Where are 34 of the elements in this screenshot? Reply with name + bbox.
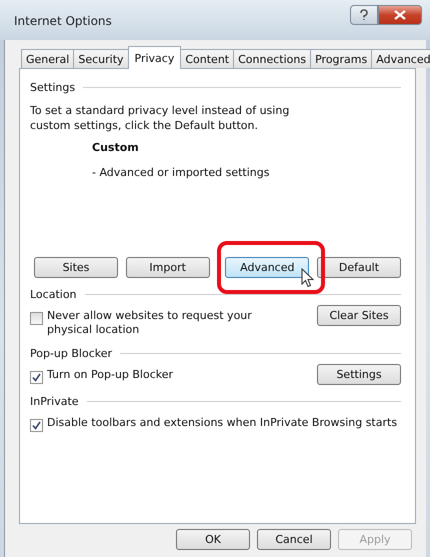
- tab[interactable]: Programs: [310, 49, 372, 68]
- settings-button[interactable]: Settings: [317, 364, 401, 385]
- group-heading: Pop-up Blocker: [30, 347, 112, 360]
- checkbox-label: Disable toolbars and extensions when InPrivate Browsing starts: [47, 416, 398, 430]
- checkbox[interactable]: [30, 419, 43, 432]
- tab[interactable]: Advanced: [371, 49, 430, 68]
- checkbox[interactable]: [30, 312, 43, 325]
- help-button[interactable]: [350, 5, 378, 25]
- group-heading: Settings: [30, 81, 76, 94]
- mouse-cursor-icon: [301, 268, 316, 288]
- advanced-button[interactable]: Advanced: [225, 257, 310, 278]
- group-heading: InPrivate: [30, 395, 79, 408]
- dialog-button[interactable]: Cancel: [257, 529, 331, 550]
- checkbox[interactable]: [30, 371, 43, 384]
- help-icon: [359, 9, 369, 21]
- dialog-button[interactable]: Sites: [34, 257, 118, 278]
- window-title: Internet Options: [14, 14, 112, 28]
- dialog-button[interactable]: OK: [176, 529, 250, 550]
- tab[interactable]: Connections: [233, 49, 312, 68]
- privacy-level-name: Custom: [92, 141, 140, 154]
- clear-sites-button[interactable]: Clear Sites: [317, 305, 401, 326]
- tab[interactable]: Security: [73, 49, 129, 68]
- tab[interactable]: General: [21, 49, 74, 68]
- checkbox-label: Turn on Pop-up Blocker: [47, 368, 174, 382]
- dialog-button[interactable]: Import: [126, 257, 210, 278]
- tab[interactable]: Content: [180, 49, 234, 68]
- checkbox-label: Never allow websites to request your physical location: [47, 309, 253, 337]
- tab[interactable]: Privacy: [128, 46, 182, 69]
- close-button[interactable]: [378, 5, 422, 25]
- close-icon: [394, 10, 406, 20]
- dialog-button[interactable]: Default: [316, 257, 401, 278]
- privacy-level-detail: - Advanced or imported settings: [92, 166, 270, 179]
- description-text: To set a standard privacy level instead of using custom settings, click the Default button.: [30, 103, 290, 133]
- group-heading: Location: [30, 288, 77, 301]
